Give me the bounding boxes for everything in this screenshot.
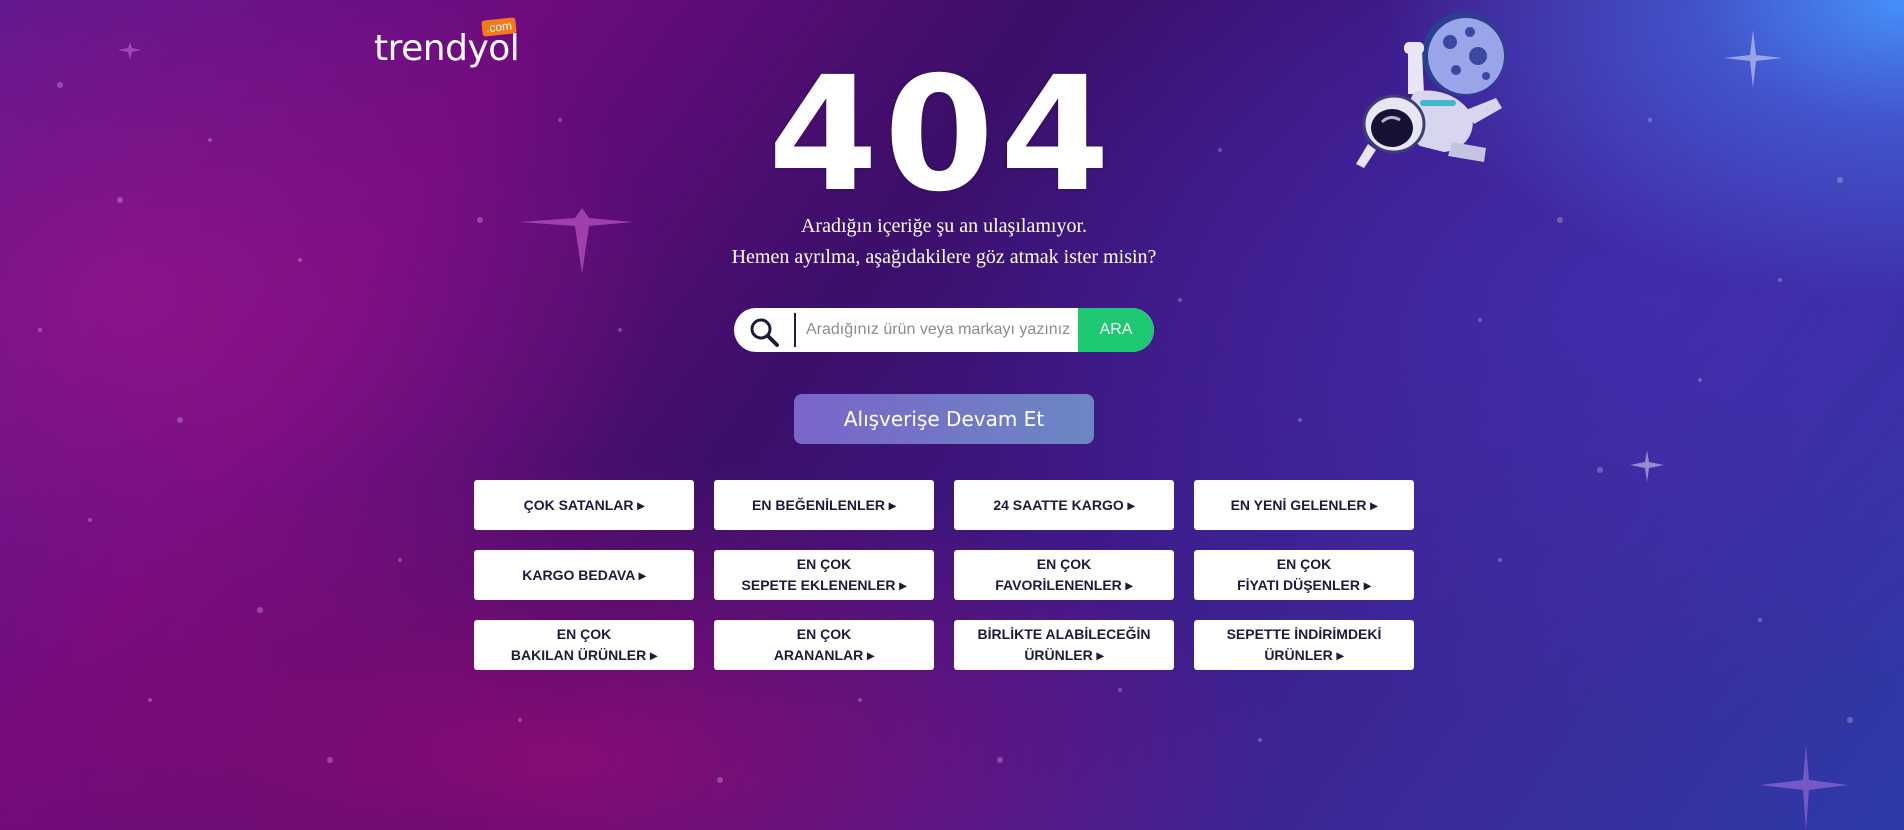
link-kargo-bedava[interactable]: KARGO BEDAVA ▸ — [474, 550, 694, 600]
link-en-begenilenler[interactable]: EN BEĞENİLENLER ▸ — [714, 480, 934, 530]
error-code: 404 — [768, 43, 1116, 227]
search-bar: ARA — [734, 308, 1154, 352]
error-message-line-1: Aradığın içeriğe şu an ulaşılamıyor. — [800, 215, 1088, 237]
link-en-cok-fiyati-dusenler[interactable]: EN ÇOK FİYATI DÜŞENLER ▸ — [1194, 550, 1414, 600]
link-en-cok-favorilenenler[interactable]: EN ÇOK FAVORİLENENLER ▸ — [954, 550, 1174, 600]
link-en-cok-arananlar[interactable]: EN ÇOK ARANANLAR ▸ — [714, 620, 934, 670]
continue-shopping-button[interactable]: Alışverişe Devam Et — [794, 394, 1094, 444]
link-en-yeni-gelenler[interactable]: EN YENİ GELENLER ▸ — [1194, 480, 1414, 530]
link-cok-satanlar[interactable]: ÇOK SATANLAR ▸ — [474, 480, 694, 530]
quick-links-grid: ÇOK SATANLAR ▸ EN BEĞENİLENLER ▸ 24 SAAT… — [474, 480, 1414, 670]
search-input[interactable] — [794, 313, 1106, 347]
search-button[interactable]: ARA — [1078, 308, 1154, 352]
link-24-saatte-kargo[interactable]: 24 SAATTE KARGO ▸ — [954, 480, 1174, 530]
link-birlikte-alabilecegin-urunler[interactable]: BİRLİKTE ALABİLECEĞİN ÜRÜNLER ▸ — [954, 620, 1174, 670]
search-icon[interactable] — [748, 316, 780, 348]
error-message-line-2: Hemen ayrılma, aşağıdakilere göz atmak i… — [731, 246, 1157, 268]
link-en-cok-bakilan-urunler[interactable]: EN ÇOK BAKILAN ÜRÜNLER ▸ — [474, 620, 694, 670]
link-sepette-indirimdeki-urunler[interactable]: SEPETTE İNDİRİMDEKİ ÜRÜNLER ▸ — [1194, 620, 1414, 670]
link-en-cok-sepete-eklenenler[interactable]: EN ÇOK SEPETE EKLENENLER ▸ — [714, 550, 934, 600]
